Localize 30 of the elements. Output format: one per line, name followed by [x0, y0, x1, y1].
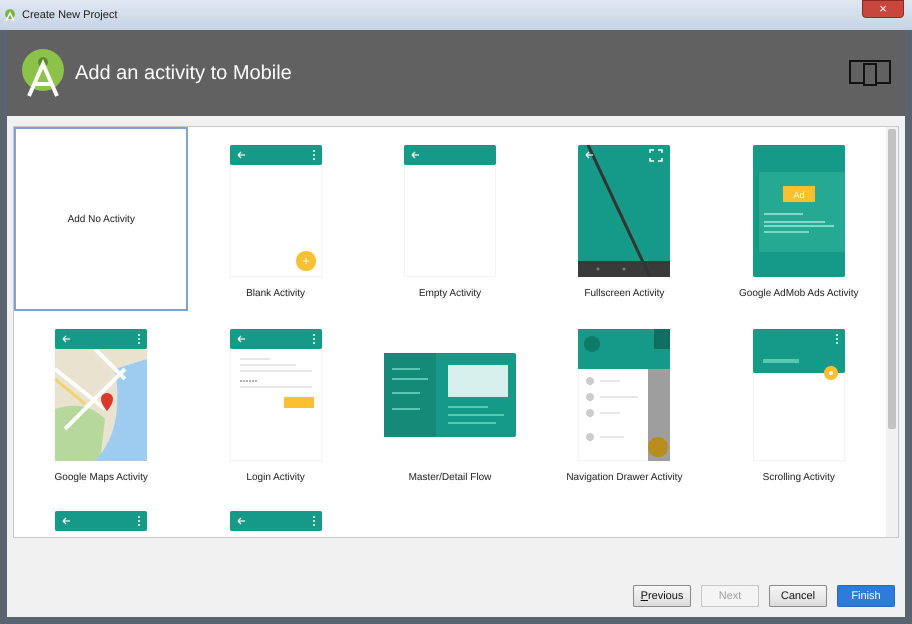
- template-tile[interactable]: Scrolling Activity: [712, 311, 886, 495]
- template-tile[interactable]: Empty Activity: [362, 127, 538, 311]
- close-button[interactable]: ×: [862, 0, 904, 18]
- template-label: Navigation Drawer Activity: [566, 471, 682, 485]
- template-label: Login Activity: [246, 471, 305, 485]
- android-studio-icon: [3, 9, 17, 21]
- template-tile[interactable]: Navigation Drawer Activity: [537, 311, 712, 495]
- finish-button[interactable]: Finish: [837, 584, 895, 607]
- dialog-button[interactable]: Cancel: [769, 584, 827, 607]
- template-tile[interactable]: Add No Activity: [14, 127, 188, 311]
- template-tile[interactable]: Ad Google AdMob Ads Activity: [712, 127, 886, 311]
- devices-icon: [849, 60, 891, 86]
- template-tile[interactable]: Login Activity: [188, 311, 363, 495]
- scrollbar[interactable]: [886, 127, 898, 537]
- dialog-title: Add an activity to Mobile: [75, 61, 292, 86]
- ad-label: Ad: [793, 190, 804, 200]
- window-title: Create New Project: [22, 8, 118, 23]
- dialog-button[interactable]: Previous: [633, 584, 691, 607]
- template-label: Empty Activity: [418, 287, 482, 301]
- template-tile[interactable]: Google Maps Activity: [14, 311, 188, 495]
- template-label: Blank Activity: [246, 287, 306, 301]
- template-label: Google AdMob Ads Activity: [739, 287, 859, 301]
- template-tile[interactable]: Blank Activity: [188, 127, 363, 311]
- template-tile[interactable]: Master/Detail Flow: [362, 311, 538, 495]
- template-label: Master/Detail Flow: [408, 471, 492, 485]
- template-label: Fullscreen Activity: [584, 287, 664, 301]
- template-label: Scrolling Activity: [762, 471, 835, 485]
- template-label: Add No Activity: [68, 212, 135, 226]
- template-tile[interactable]: Fullscreen Activity: [537, 127, 712, 311]
- template-label: Google Maps Activity: [54, 471, 148, 485]
